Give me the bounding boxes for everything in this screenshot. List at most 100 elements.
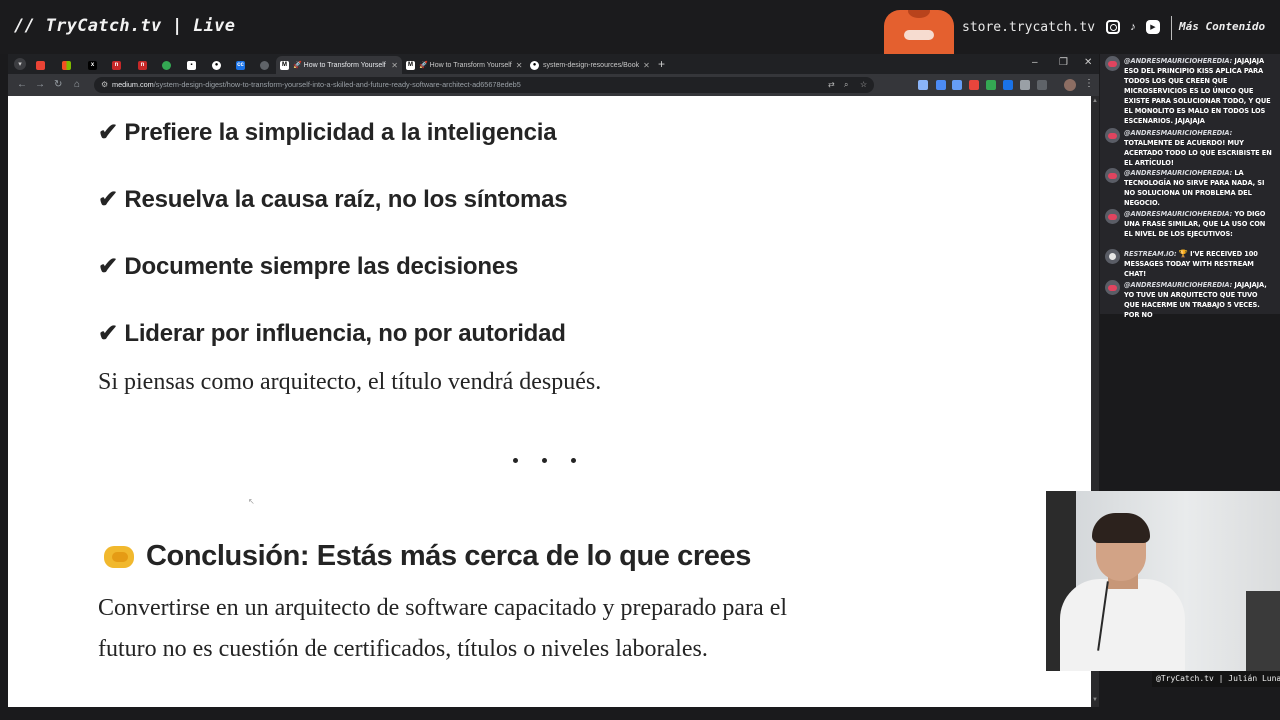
medium-icon: M [280, 60, 289, 70]
mouse-cursor-icon: ↖ [248, 497, 255, 506]
tab-search-button[interactable]: ▾ [14, 58, 26, 70]
chat-text: totalmente de acuerdo! muy acertado todo… [1124, 138, 1272, 167]
youtube-avatar-icon [1105, 280, 1120, 295]
tab-cc[interactable]: cc [232, 56, 250, 74]
heading-text: Conclusión: Estás más cerca de lo que cr… [146, 540, 751, 572]
profile-avatar[interactable] [1064, 79, 1076, 91]
youtube-avatar-icon [1105, 209, 1120, 224]
microsoft-icon [62, 60, 71, 70]
site-info-icon[interactable]: ⚙ [101, 80, 108, 89]
github-icon: ● [530, 60, 539, 70]
extension-icon[interactable] [1003, 80, 1013, 90]
principle-item: ✔ Resuelva la causa raíz, no los síntoma… [98, 186, 568, 213]
tab-github-resources[interactable]: ● system-design-resources/Book ✕ [526, 56, 650, 74]
url-path: /system-design-digest/how-to-transform-y… [153, 80, 521, 89]
conclusion-paragraph-line: Convertirse en un arquitecto de software… [98, 595, 788, 621]
chat-user: @andresmauricioheredia: [1124, 280, 1233, 289]
square-icon: ▪ [187, 60, 196, 70]
extensions-puzzle-icon[interactable] [1037, 80, 1047, 90]
globe-icon [260, 60, 269, 70]
tab-microsoft[interactable] [58, 56, 76, 74]
tab-gmail[interactable] [32, 56, 50, 74]
chat-message: @andresmauricioheredia: jajajaja eso del… [1105, 56, 1272, 126]
extension-icon[interactable] [918, 80, 928, 90]
tab-label: 🚀 How to Transform Yourself [293, 62, 386, 69]
chat-message: restream.io: 🏆 I've received 100 message… [1105, 249, 1272, 279]
extension-icon[interactable] [1020, 80, 1030, 90]
tab-medium-2[interactable]: M 🚀 How to Transform Yourself ✕ [402, 56, 524, 74]
chat-message: @andresmauricioheredia: jajajaja, yo tuv… [1105, 280, 1272, 320]
minimize-icon[interactable]: – [1032, 57, 1038, 68]
back-icon[interactable]: ← [17, 79, 27, 90]
chat-text: jajajaja eso del principio KISS aplica p… [1124, 56, 1271, 125]
tab-label: system-design-resources/Book [543, 61, 640, 69]
tab-globe[interactable] [256, 56, 274, 74]
principle-item: ✔ Prefiere la simplicidad a la inteligen… [98, 119, 557, 146]
stream-top-bar: // TryCatch.tv | Live store.trycatch.tv … [0, 0, 1280, 54]
tab-n2[interactable]: n [134, 56, 152, 74]
chat-user: @andresmauricioheredia: [1124, 168, 1233, 177]
youtube-icon: ▶ [1146, 20, 1160, 34]
divider [1171, 16, 1172, 40]
social-links: ♪ ▶ [1106, 20, 1160, 34]
store-url: store.trycatch.tv [962, 20, 1096, 35]
article-page: ✔ Prefiere la simplicidad a la inteligen… [8, 96, 1091, 707]
browser-toolbar: ← → ↻ ⌂ ⚙ medium.com/system-design-diges… [8, 74, 1099, 96]
extension-icon[interactable] [969, 80, 979, 90]
principle-item: ✔ Liderar por influencia, no por autorid… [98, 320, 566, 347]
chat-user: @andresmauricioheredia: [1124, 209, 1233, 218]
handshake-icon [104, 545, 134, 568]
gmail-icon [36, 60, 45, 70]
extension-icon[interactable] [936, 80, 946, 90]
youtube-avatar-icon [1105, 168, 1120, 183]
conclusion-heading: Conclusión: Estás más cerca de lo que cr… [104, 540, 751, 573]
extension-icon[interactable] [952, 80, 962, 90]
closing-sentence: Si piensas como arquitecto, el título ve… [98, 369, 602, 395]
youtube-avatar-icon [1105, 56, 1120, 71]
restore-icon[interactable]: ❐ [1059, 57, 1068, 68]
restream-avatar-icon [1105, 249, 1120, 264]
close-tab-icon[interactable]: ✕ [643, 61, 650, 70]
translate-icon[interactable]: ⇄ [828, 80, 835, 89]
extension-icon[interactable] [986, 80, 996, 90]
tab-chrome[interactable] [158, 56, 176, 74]
close-tab-icon[interactable]: ✕ [391, 61, 398, 70]
tab-medium-active[interactable]: M 🚀 How to Transform Yourself ✕ [276, 56, 402, 74]
browser-menu-icon[interactable]: ⋮ [1084, 78, 1094, 89]
bookmark-star-icon[interactable]: ☆ [860, 80, 867, 89]
n-icon: n [112, 60, 121, 70]
scroll-down-icon[interactable]: ▼ [1092, 697, 1098, 703]
zoom-icon[interactable]: ⌕ [844, 80, 848, 90]
chat-user: restream.io: [1124, 249, 1177, 258]
home-icon[interactable]: ⌂ [74, 79, 80, 90]
new-tab-button[interactable]: + [658, 57, 665, 71]
close-tab-icon[interactable]: ✕ [516, 61, 523, 70]
live-chat: @andresmauricioheredia: jajajaja eso del… [1100, 54, 1280, 319]
tab-n1[interactable]: n [108, 56, 126, 74]
chrome-icon [162, 60, 171, 70]
chat-user: @andresmauricioheredia: [1124, 128, 1233, 137]
tab-github[interactable]: ● [208, 56, 226, 74]
chat-message: @andresmauricioheredia: totalmente de ac… [1105, 128, 1272, 168]
address-bar[interactable]: ⚙ medium.com/system-design-digest/how-to… [94, 77, 874, 93]
webcam-feed [1046, 491, 1280, 671]
more-content-label: Más Contenido [1179, 20, 1266, 33]
tab-label: 🚀 How to Transform Yourself [419, 62, 512, 69]
medium-icon: M [406, 60, 415, 70]
n-icon: n [138, 60, 147, 70]
scroll-up-icon[interactable]: ▲ [1092, 98, 1098, 104]
chat-user: @andresmauricioheredia: [1124, 56, 1233, 65]
forward-icon[interactable]: → [35, 79, 45, 90]
reload-icon[interactable]: ↻ [54, 79, 62, 90]
chat-message: @andresmauricioheredia: yo digo una fras… [1105, 209, 1272, 239]
youtube-avatar-icon [1105, 128, 1120, 143]
merch-shirt-image [884, 10, 954, 54]
stream-brand: // TryCatch.tv | Live [14, 16, 236, 36]
browser-window: ▾ x n n ▪ ● cc M 🚀 How to Transform Your… [8, 54, 1099, 707]
x-icon: x [88, 60, 97, 70]
tab-square[interactable]: ▪ [183, 56, 201, 74]
url-text: medium.com/system-design-digest/how-to-t… [112, 80, 521, 89]
close-window-icon[interactable]: ✕ [1084, 57, 1092, 68]
webcam-label: @TryCatch.tv | Julián Luna [1152, 671, 1280, 687]
tab-x[interactable]: x [84, 56, 102, 74]
